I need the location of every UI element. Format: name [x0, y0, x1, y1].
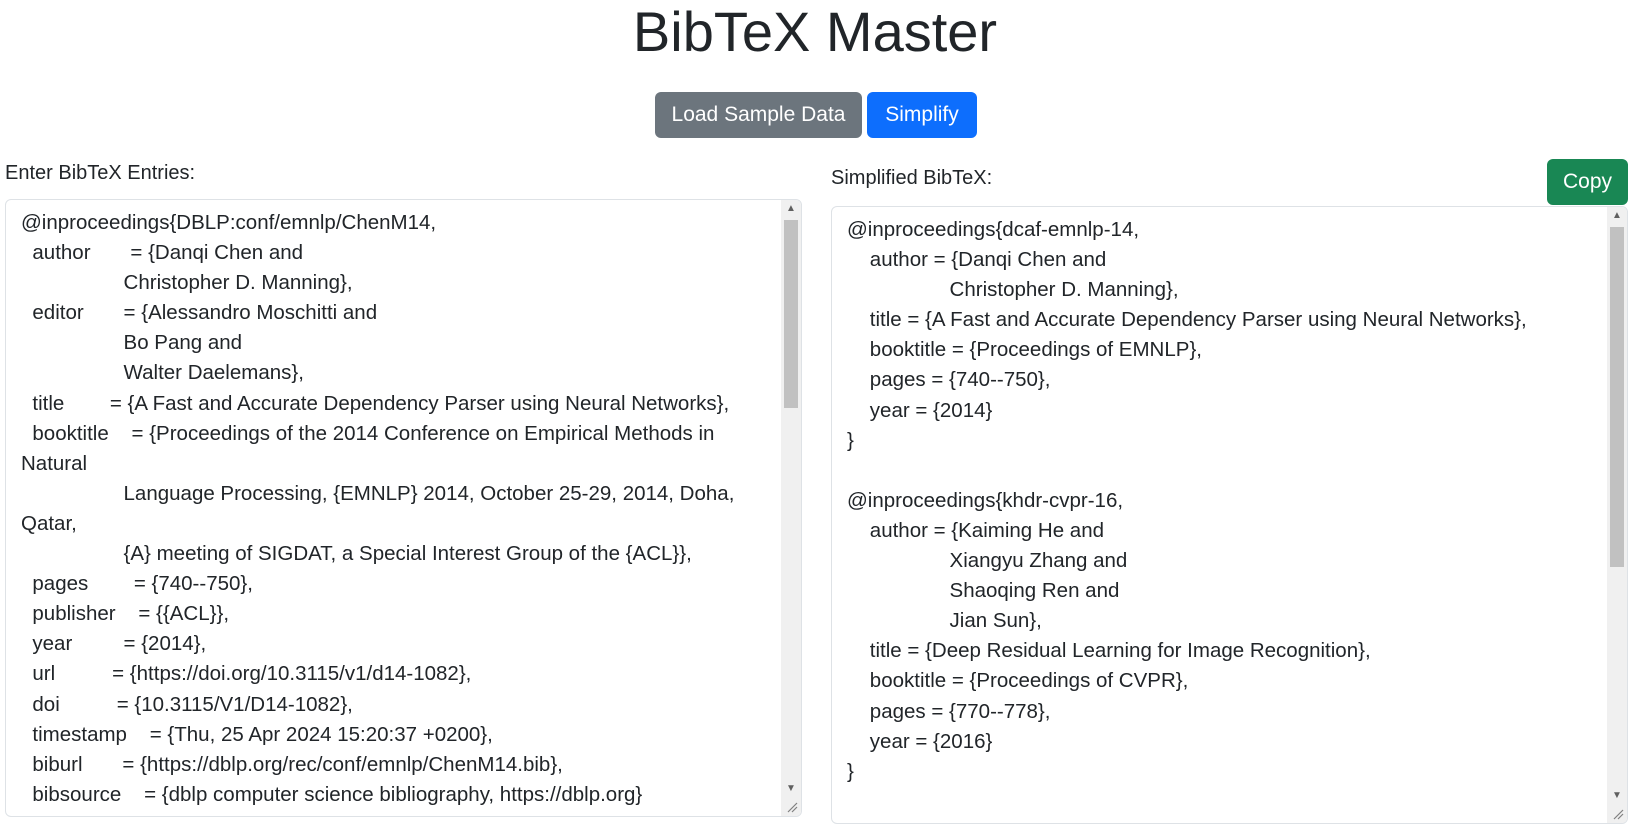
scroll-down-arrow-icon[interactable]: ▼	[1607, 787, 1627, 805]
resize-grip-icon[interactable]	[1610, 806, 1624, 820]
input-scrollbar[interactable]: ▲ ▼	[781, 200, 801, 816]
simplified-output-textarea[interactable]: @inproceedings{dcaf-emnlp-14, author = {…	[831, 206, 1628, 824]
scroll-up-arrow-icon[interactable]: ▲	[781, 200, 801, 218]
output-scroll-thumb[interactable]	[1610, 227, 1624, 567]
resize-grip-icon[interactable]	[784, 799, 798, 813]
input-label: Enter BibTeX Entries:	[5, 162, 196, 184]
output-label: Simplified BibTeX:	[831, 167, 993, 189]
input-scroll-thumb[interactable]	[784, 220, 798, 408]
page-title: BibTeX Master	[632, 0, 998, 63]
simplified-output-text[interactable]: @inproceedings{dcaf-emnlp-14, author = {…	[847, 215, 1601, 823]
scroll-up-arrow-icon[interactable]: ▲	[1607, 207, 1627, 225]
output-scrollbar[interactable]: ▲ ▼	[1607, 207, 1627, 823]
load-sample-data-button[interactable]: Load Sample Data	[655, 92, 862, 138]
simplify-button[interactable]: Simplify	[867, 92, 977, 138]
scroll-down-arrow-icon[interactable]: ▼	[781, 780, 801, 798]
bibtex-input-textarea[interactable]: @inproceedings{DBLP:conf/emnlp/ChenM14, …	[5, 199, 802, 817]
bibtex-input-text[interactable]: @inproceedings{DBLP:conf/emnlp/ChenM14, …	[21, 208, 775, 810]
copy-button[interactable]: Copy	[1547, 159, 1628, 205]
